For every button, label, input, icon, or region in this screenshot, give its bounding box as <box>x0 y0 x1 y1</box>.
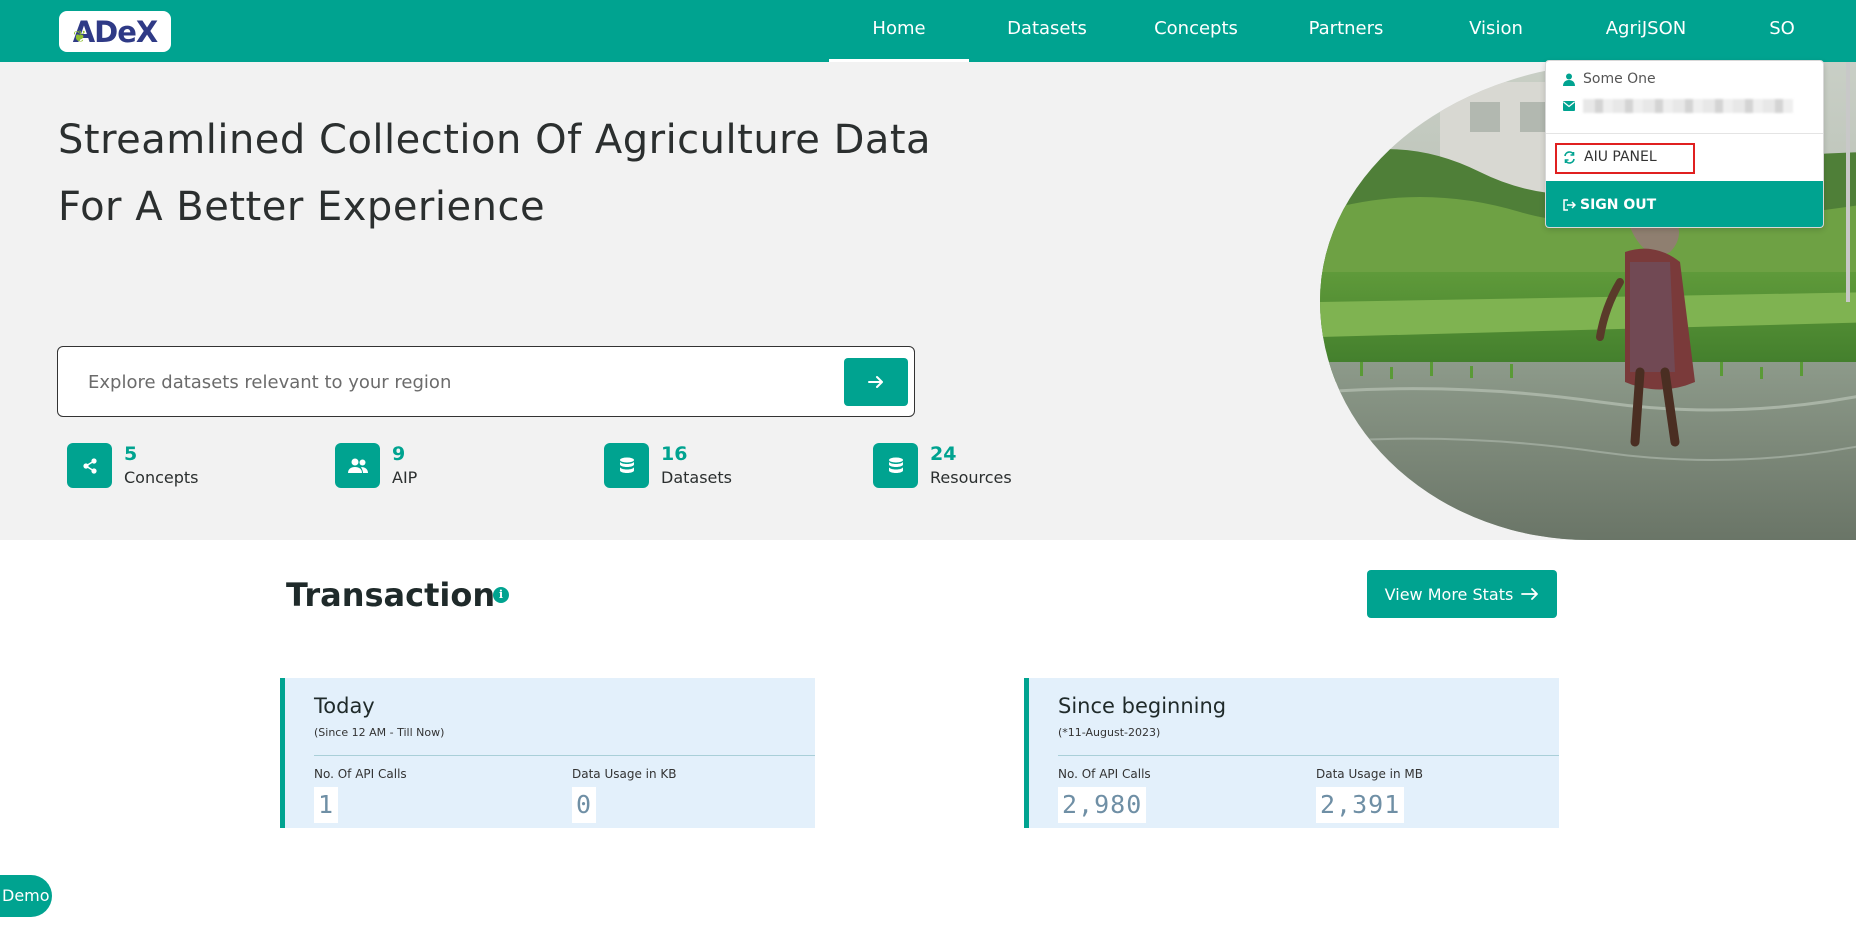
aiu-panel-label: AIU PANEL <box>1584 149 1657 165</box>
card-divider <box>314 755 815 756</box>
card-subtitle: (*11-August-2023) <box>1058 726 1161 739</box>
today-card: Today (Since 12 AM - Till Now) No. Of AP… <box>280 678 815 828</box>
top-navbar: ADeX ❦ Home Datasets Concepts Partners V… <box>0 0 1856 62</box>
sign-out-label: SIGN OUT <box>1580 197 1657 213</box>
stat-label: AIP <box>392 468 418 487</box>
aiu-panel-link[interactable]: AIU PANEL <box>1563 149 1657 165</box>
stat-label: Resources <box>930 468 1012 487</box>
data-usage-value: 2,391 <box>1316 787 1405 823</box>
since-beginning-card: Since beginning (*11-August-2023) No. Of… <box>1024 678 1559 828</box>
user-dropdown-menu: Some One AIU PANEL SIGN OUT <box>1545 60 1824 228</box>
api-calls-label: No. Of API Calls <box>314 767 407 781</box>
nav-partners[interactable]: Partners <box>1291 0 1401 62</box>
scrollbar-thumb[interactable] <box>1846 62 1850 302</box>
transaction-title: Transaction <box>286 576 496 614</box>
dataset-search-input[interactable] <box>88 365 868 399</box>
hero-title-line1: Streamlined Collection Of Agriculture Da… <box>58 117 932 163</box>
data-usage-label: Data Usage in KB <box>572 767 677 781</box>
sign-out-button[interactable]: SIGN OUT <box>1546 181 1823 227</box>
user-name: Some One <box>1583 71 1656 87</box>
nav-vision[interactable]: Vision <box>1441 0 1551 62</box>
card-title: Today <box>314 694 375 718</box>
api-calls-label: No. Of API Calls <box>1058 767 1151 781</box>
menu-divider <box>1546 133 1823 134</box>
card-divider <box>1058 755 1559 756</box>
user-menu-toggle[interactable]: SO <box>1762 0 1802 62</box>
nav-datasets[interactable]: Datasets <box>992 0 1102 62</box>
api-calls-value: 1 <box>314 787 339 823</box>
stat-label: Datasets <box>661 468 732 487</box>
search-submit-button[interactable] <box>844 358 908 406</box>
users-icon <box>335 443 380 488</box>
card-subtitle: (Since 12 AM - Till Now) <box>314 726 445 739</box>
database-icon <box>604 443 649 488</box>
arrow-right-icon <box>868 376 883 388</box>
arrow-right-icon <box>1521 588 1539 600</box>
data-usage-label: Data Usage in MB <box>1316 767 1424 781</box>
nav-concepts[interactable]: Concepts <box>1141 0 1251 62</box>
hero-title-line2: For A Better Experience <box>58 184 546 230</box>
stat-value: 16 <box>661 443 688 465</box>
user-icon <box>1563 73 1575 86</box>
view-more-stats-button[interactable]: View More Stats <box>1367 570 1557 618</box>
database-icon <box>873 443 918 488</box>
nav-home[interactable]: Home <box>829 0 969 62</box>
user-email-row <box>1563 99 1793 113</box>
user-name-row: Some One <box>1563 71 1656 87</box>
stat-value: 5 <box>124 443 138 465</box>
leaf-icon: ❦ <box>73 27 86 46</box>
nav-agrijson[interactable]: AgriJSON <box>1591 0 1701 62</box>
stat-value: 9 <box>392 443 406 465</box>
info-icon[interactable]: i <box>493 587 509 603</box>
data-usage-value: 0 <box>572 787 597 823</box>
demo-button[interactable]: Demo <box>0 875 52 917</box>
envelope-icon <box>1563 101 1575 111</box>
api-calls-value: 2,980 <box>1058 787 1147 823</box>
stat-label: Concepts <box>124 468 199 487</box>
card-title: Since beginning <box>1058 694 1227 718</box>
view-more-stats-label: View More Stats <box>1384 584 1514 604</box>
sync-icon <box>1564 150 1575 164</box>
sign-out-icon <box>1563 199 1576 211</box>
adex-logo[interactable]: ADeX ❦ <box>59 11 171 52</box>
share-icon <box>67 443 112 488</box>
stat-value: 24 <box>930 443 957 465</box>
search-container <box>57 346 915 417</box>
redacted-email <box>1583 99 1793 113</box>
